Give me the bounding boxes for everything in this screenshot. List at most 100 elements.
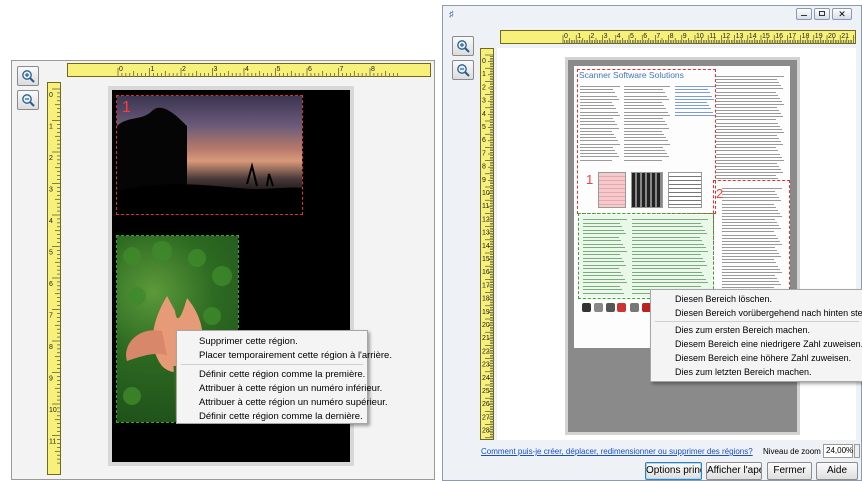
text-line [716,165,779,167]
ruler-label: 4 [49,218,53,225]
ruler-label: 0 [564,33,568,40]
menu-item-lower-number[interactable]: Attribuer à cette région un numéro infér… [199,383,382,394]
ruler-label: 9 [49,376,53,383]
minimize-button[interactable] [796,8,812,20]
ruler-label: 14 [749,33,757,40]
ruler-label: 9 [683,33,687,40]
zoom-in-icon [22,70,35,83]
options-button[interactable]: Options principal [645,462,702,480]
zoom-value: 24,00% [826,446,854,455]
ruler-label: 16 [482,269,490,276]
region-2-number: 2 [716,186,724,201]
close-button[interactable]: Fermer [767,462,812,480]
ruler-label: 23 [482,362,490,369]
help-button[interactable]: Aide [816,462,858,480]
menu-separator [181,364,363,365]
menu-item-higher-number[interactable]: Attribuer à cette région un numéro supér… [199,397,388,408]
zoom-in-button[interactable] [452,36,474,56]
ruler-label: 11 [709,33,716,40]
menu-item-delete-region[interactable]: Supprimer cette région. [199,336,298,347]
horizontal-ruler: 012345678910111213141516171819202122 [500,30,856,44]
zoom-out-button[interactable] [452,60,474,80]
menu-item-make-first[interactable]: Définir cette région comme la première. [199,369,365,380]
ruler-label: 13 [482,230,490,237]
ruler-label: 28 [482,428,490,435]
ruler-label: 9 [482,177,486,184]
ruler-label: 10 [482,190,490,197]
ruler-label: 4 [482,111,486,118]
text-line [716,175,776,177]
menu-item-higher-number[interactable]: Diesem Bereich eine höhere Zahl zuweisen… [675,353,851,363]
logo-mark [594,303,603,312]
text-line [716,162,777,164]
ruler-label: 8 [49,344,53,351]
ruler-label: 7 [49,313,53,320]
ruler-label: 3 [214,66,218,73]
ruler-label: 2 [482,84,486,91]
vertical-ruler: 0 1 2 3 4 5 6 7 8 9 10 11 [47,82,61,475]
region-1-outline[interactable] [577,69,716,214]
ruler-label: 19 [482,309,490,316]
horizontal-ruler: 0 1 2 3 4 5 6 7 8 [67,63,431,77]
menu-item-send-back[interactable]: Diesen Bereich vorübergehend nach hinten… [675,308,862,318]
logo-mark [582,303,591,312]
ruler-label: 10 [696,33,704,40]
help-link[interactable]: Comment puis-je créer, déplacer, redimen… [481,447,753,456]
ruler-label: 8 [670,33,674,40]
menu-item-make-last[interactable]: Définir cette région comme la dernière. [199,411,363,422]
zoom-in-button[interactable] [17,66,39,86]
vertical-ruler: 0 1 2 3 4 5 6 7 8 9 10 11 12 13 14 15 16 17 18 19 20 21 22 23 24… [480,48,494,440]
ruler-label: 6 [308,66,312,73]
logo-mark [630,303,639,312]
menu-item-make-last[interactable]: Dies zum letzten Bereich machen. [675,367,812,377]
ruler-label: 25 [482,388,490,395]
ruler-label: 0 [119,66,123,73]
zoom-field[interactable]: 24,00% [823,444,853,458]
text-line [716,91,776,93]
menu-item-make-first[interactable]: Dies zum ersten Bereich machen. [675,325,810,335]
text-line [716,82,779,84]
close-window-button[interactable]: ✕ [832,8,852,20]
text-line [716,156,782,158]
region-1-outline[interactable] [116,95,303,215]
ruler-label: 3 [49,187,53,194]
text-line [716,103,784,105]
menu-item-send-back[interactable]: Placer temporairement cette région à l'a… [199,350,392,361]
ruler-label: 0 [49,92,53,99]
ruler-label: 5 [482,124,486,131]
close-icon: ✕ [838,9,846,19]
text-line [716,128,782,130]
region-2-outline[interactable] [713,180,790,300]
ruler-label: 3 [482,98,486,105]
ruler-label: 17 [482,282,490,289]
ruler-label: 19 [815,33,823,40]
text-line [716,138,779,139]
ruler-label: 6 [482,137,486,144]
ruler-label: 8 [482,164,486,171]
ruler-label: 21 [841,33,849,40]
text-line [716,97,780,99]
zoom-out-icon [457,64,470,77]
preview-button[interactable]: Afficher l'aperçu [706,462,762,480]
logo-mark [617,303,626,312]
ruler-label: 5 [277,66,281,73]
text-line [716,119,776,121]
ruler-label: 16 [775,33,783,40]
ruler-label: 15 [482,256,490,263]
logo-mark [606,303,615,312]
menu-item-lower-number[interactable]: Diesem Bereich eine niedrigere Zahl zuwe… [675,339,862,349]
zoom-out-button[interactable] [17,90,39,110]
zoom-label: Niveau de zoom : [763,447,826,456]
menu-item-delete-region[interactable]: Diesen Bereich löschen. [675,294,772,304]
ruler-label: 1 [49,124,53,131]
text-line [716,153,780,155]
ruler-label: 1 [482,71,486,78]
text-line [716,85,781,87]
zoom-spinner[interactable] [854,444,860,458]
maximize-button[interactable] [814,8,830,20]
region-3-outline[interactable] [578,213,714,299]
ruler-label: 5 [630,33,634,40]
ruler-label: 17 [788,33,796,40]
ruler-label: 1 [151,66,155,73]
ruler-label: 26 [482,401,490,408]
